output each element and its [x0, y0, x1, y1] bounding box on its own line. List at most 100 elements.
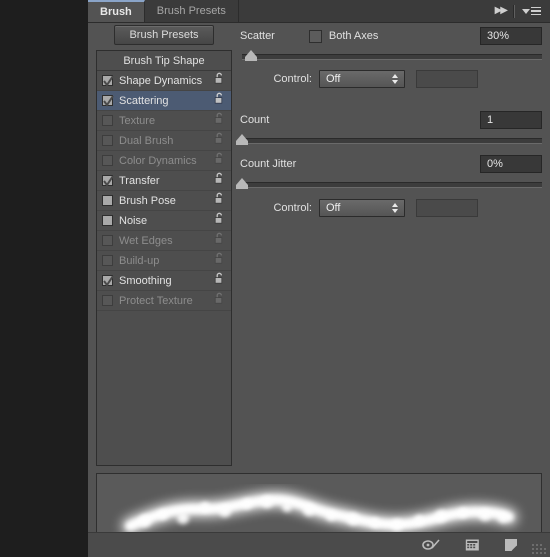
brush-presets-button[interactable]: Brush Presets: [114, 25, 214, 45]
count-row: Count 1: [240, 111, 542, 129]
checkbox-wet-edges[interactable]: [102, 235, 113, 246]
list-item-brush-pose[interactable]: Brush Pose: [97, 191, 231, 211]
checkbox-shape-dynamics[interactable]: [102, 75, 114, 87]
scatter-control-value: Off: [326, 73, 341, 85]
brush-presets-panel-icon[interactable]: [465, 538, 480, 552]
list-item-label: Texture: [119, 114, 156, 127]
count-jitter-control-aux-box[interactable]: [416, 199, 478, 217]
checkbox-dual-brush[interactable]: [102, 135, 113, 146]
list-item-label: Color Dynamics: [119, 154, 197, 167]
lock-open-icon[interactable]: [214, 272, 225, 290]
lock-open-icon[interactable]: [214, 232, 225, 250]
scatter-control-aux-box[interactable]: [416, 70, 478, 88]
lock-open-icon[interactable]: [214, 192, 225, 210]
scattering-controls: Scatter Both Axes 30% Control: Off Count…: [236, 23, 542, 467]
list-item-noise[interactable]: Noise: [97, 211, 231, 231]
lock-open-icon[interactable]: [214, 132, 225, 150]
chevron-updown-icon: [392, 203, 404, 213]
scatter-slider-track: [242, 54, 542, 60]
scatter-control-row: Control: Off: [240, 70, 542, 88]
list-item-scattering[interactable]: Scattering: [97, 91, 231, 111]
list-item-dual-brush[interactable]: Dual Brush: [97, 131, 231, 151]
list-item-label: Brush Pose: [119, 194, 176, 207]
count-jitter-slider-track: [242, 182, 542, 188]
lock-open-icon[interactable]: [214, 152, 225, 170]
count-slider[interactable]: [236, 134, 542, 146]
scatter-label: Scatter: [240, 30, 275, 42]
lock-open-icon[interactable]: [214, 212, 225, 230]
list-item-label: Dual Brush: [119, 134, 174, 147]
count-jitter-control-value: Off: [326, 202, 341, 214]
brush-options-list: Brush Tip Shape Shape Dynamics Scatterin…: [96, 50, 232, 466]
double-arrow-right-icon[interactable]: ▶▶: [495, 6, 508, 16]
list-item-label: Smoothing: [119, 274, 172, 287]
panel-body: Brush Presets Brush Tip Shape Shape Dyna…: [88, 23, 550, 551]
resize-grip[interactable]: [532, 540, 546, 554]
checkbox-transfer[interactable]: [102, 175, 114, 187]
panel-tab-bar: Brush Brush Presets ▶▶: [88, 0, 550, 23]
list-item-protect-texture[interactable]: Protect Texture: [97, 291, 231, 311]
list-item-shape-dynamics[interactable]: Shape Dynamics: [97, 71, 231, 91]
count-slider-track: [242, 138, 542, 144]
checkbox-protect-texture[interactable]: [102, 295, 113, 306]
count-jitter-control-select[interactable]: Off: [319, 199, 405, 217]
list-item-brush-tip-shape[interactable]: Brush Tip Shape: [97, 51, 231, 71]
checkbox-both-axes[interactable]: [308, 29, 322, 43]
list-item-wet-edges[interactable]: Wet Edges: [97, 231, 231, 251]
toggle-brush-settings-icon[interactable]: [422, 538, 441, 552]
list-item-label: Protect Texture: [119, 294, 193, 307]
tab-brush[interactable]: Brush: [88, 0, 145, 22]
tab-brush-presets-label: Brush Presets: [156, 5, 226, 17]
tab-brush-label: Brush: [100, 6, 132, 18]
list-item-label: Wet Edges: [119, 234, 173, 247]
presets-button-container: Brush Presets: [96, 25, 232, 45]
checkbox-color-dynamics[interactable]: [102, 155, 113, 166]
count-jitter-slider[interactable]: [236, 178, 542, 190]
count-label: Count: [240, 114, 270, 126]
list-item-label: Noise: [119, 214, 148, 227]
lock-open-icon[interactable]: [214, 112, 225, 130]
list-item-color-dynamics[interactable]: Color Dynamics: [97, 151, 231, 171]
lock-open-icon[interactable]: [214, 172, 225, 190]
checkbox-brush-pose[interactable]: [102, 195, 113, 206]
list-item-build-up[interactable]: Build-up: [97, 251, 231, 271]
count-jitter-label: Count Jitter: [240, 158, 297, 170]
count-value-input[interactable]: 1: [480, 111, 542, 129]
lock-open-icon[interactable]: [214, 92, 225, 110]
lock-open-icon[interactable]: [214, 252, 225, 270]
checkbox-noise[interactable]: [102, 215, 113, 226]
app-root: Brush Brush Presets ▶▶ Brush Presets Bru…: [0, 0, 550, 557]
new-brush-preset-icon[interactable]: [504, 538, 518, 552]
count-jitter-control-label: Control:: [273, 202, 312, 214]
panel-footer: [88, 532, 550, 557]
chevron-updown-icon: [392, 74, 404, 84]
list-item-label: Build-up: [119, 254, 160, 267]
list-item-texture[interactable]: Texture: [97, 111, 231, 131]
list-item-transfer[interactable]: Transfer: [97, 171, 231, 191]
both-axes-label: Both Axes: [328, 30, 379, 42]
checkbox-smoothing[interactable]: [102, 275, 114, 287]
list-item-label: Transfer: [119, 174, 160, 187]
list-item-label: Scattering: [119, 94, 169, 107]
count-jitter-value-input[interactable]: 0%: [480, 155, 542, 173]
checkbox-texture[interactable]: [102, 115, 113, 126]
lock-open-icon[interactable]: [214, 72, 225, 90]
tab-bar-spacer: [238, 0, 491, 22]
count-jitter-control-row: Control: Off: [240, 199, 542, 217]
scatter-slider[interactable]: [242, 50, 542, 62]
brush-panel: Brush Brush Presets ▶▶ Brush Presets Bru…: [88, 0, 550, 557]
tab-brush-presets[interactable]: Brush Presets: [144, 0, 239, 22]
header-divider: [513, 4, 515, 18]
scatter-control-label: Control:: [273, 73, 312, 85]
lock-open-icon[interactable]: [214, 292, 225, 310]
list-item-label: Shape Dynamics: [119, 74, 203, 87]
scatter-control-select[interactable]: Off: [319, 70, 405, 88]
count-jitter-row: Count Jitter 0%: [240, 155, 542, 173]
panel-header-controls: ▶▶: [490, 0, 550, 22]
panel-menu-icon[interactable]: [522, 6, 541, 16]
scatter-value-input[interactable]: 30%: [480, 27, 542, 45]
checkbox-build-up[interactable]: [102, 255, 113, 266]
scatter-row: Scatter Both Axes 30%: [240, 27, 542, 45]
list-item-smoothing[interactable]: Smoothing: [97, 271, 231, 291]
checkbox-scattering[interactable]: [102, 95, 114, 107]
